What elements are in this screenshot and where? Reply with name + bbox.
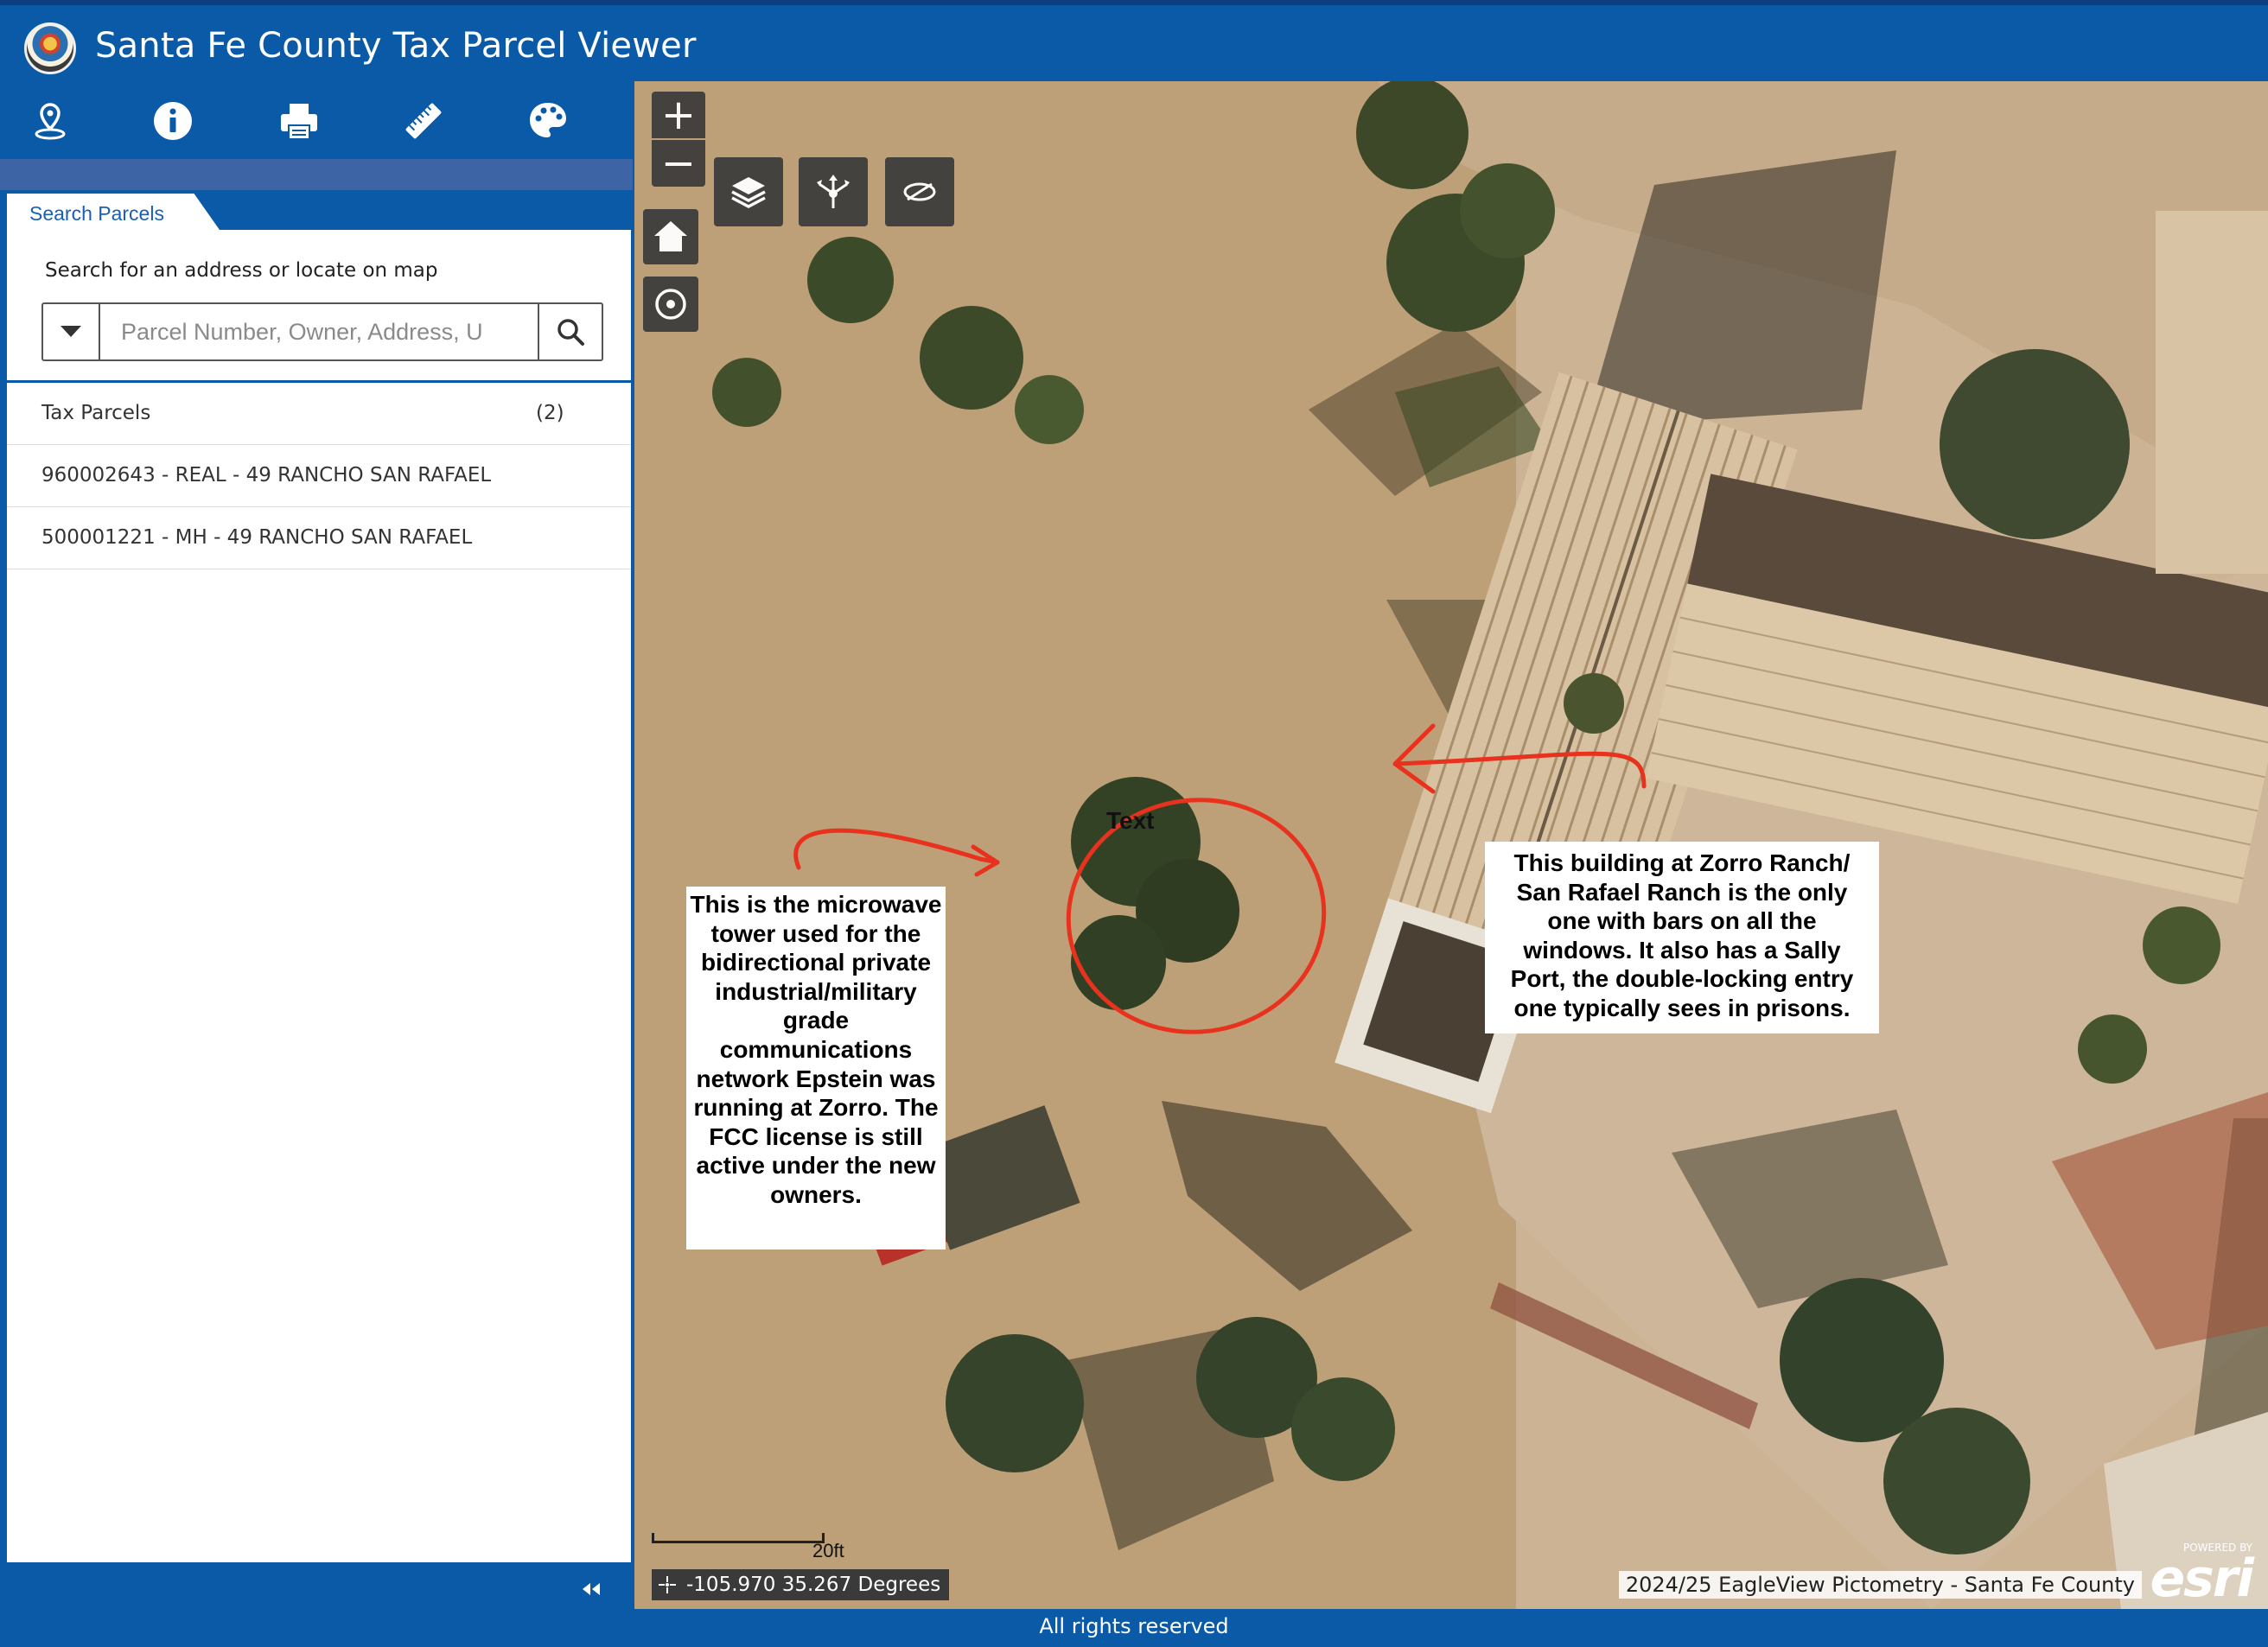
search-box (41, 302, 603, 361)
coordinate-readout[interactable]: -105.970 35.267 Degrees (652, 1569, 950, 1600)
home-icon (654, 221, 687, 251)
location-pin-icon[interactable] (24, 95, 76, 147)
list-item[interactable]: 500001221 - MH - 49 RANCHO SAN RAFAEL (7, 507, 631, 569)
results-group-header[interactable]: Tax Parcels (2) (7, 383, 631, 445)
toolbar (0, 81, 633, 159)
map-attribution: 2024/25 EagleView Pictometry - Santa Fe … (1618, 1571, 2142, 1599)
tab-search-parcels-label: Search Parcels (29, 202, 164, 225)
panel-tabstrip: Search Parcels (7, 190, 631, 230)
list-item-label: 960002643 - REAL - 49 RANCHO SAN RAFAEL (41, 464, 492, 486)
measure-ruler-icon[interactable] (398, 95, 449, 147)
callout-microwave-tower: This is the microwave tower used for the… (686, 887, 946, 1250)
zoom-in-button[interactable]: + (652, 91, 705, 139)
app-frame: Santa Fe County Tax Parcel Viewer Search… (0, 0, 2268, 1647)
info-icon[interactable] (147, 95, 199, 147)
aerial-imagery (634, 81, 2268, 1609)
toolbar-subbar (0, 159, 633, 190)
search-button[interactable] (538, 304, 602, 359)
county-seal-logo (24, 22, 76, 74)
scale-label: 20ft (812, 1540, 844, 1561)
map-text-label: Text (1106, 807, 1155, 834)
callout-building: This building at Zorro Ranch/ San Rafael… (1485, 842, 1879, 1033)
list-item[interactable]: 960002643 - REAL - 49 RANCHO SAN RAFAEL (7, 445, 631, 507)
results-group-label: Tax Parcels (41, 402, 151, 424)
esri-logo: POWERED BY esri (2147, 1542, 2258, 1609)
map-view[interactable]: + − This is the microwave tower used for… (634, 81, 2268, 1609)
home-button[interactable] (643, 209, 698, 264)
list-item-label: 500001221 - MH - 49 RANCHO SAN RAFAEL (41, 526, 473, 549)
layers-button[interactable] (714, 157, 783, 226)
search-hint: Search for an address or locate on map (45, 259, 438, 282)
double-chevron-left-icon (583, 1583, 600, 1595)
tab-search-parcels[interactable]: Search Parcels (7, 194, 220, 230)
zoom-out-button[interactable]: − (652, 139, 705, 188)
print-icon[interactable] (273, 95, 325, 147)
chevron-down-icon (61, 326, 81, 337)
locate-icon (655, 289, 686, 320)
collapse-panel-button[interactable] (574, 1576, 608, 1602)
share-icon (817, 175, 850, 208)
hide-layer-button[interactable] (885, 157, 954, 226)
coordinate-value: -105.970 35.267 Degrees (686, 1574, 941, 1596)
footer-copyright: All rights reserved (1039, 1614, 1229, 1638)
results-count: (2) (536, 402, 564, 424)
search-icon (557, 319, 584, 346)
esri-wordmark: esri (2150, 1548, 2254, 1609)
search-panel: Search Parcels Search for an address or … (7, 190, 631, 1562)
scale-bar (652, 1533, 825, 1543)
search-input[interactable] (100, 304, 538, 359)
locate-button[interactable] (643, 277, 698, 332)
crosshair-icon (659, 1576, 676, 1593)
layers-icon (731, 177, 766, 208)
search-source-dropdown[interactable] (43, 304, 100, 359)
basemap-palette-icon[interactable] (522, 95, 574, 147)
hide-icon (903, 182, 936, 201)
app-header: Santa Fe County Tax Parcel Viewer (0, 0, 2268, 81)
share-button[interactable] (799, 157, 868, 226)
app-title: Santa Fe County Tax Parcel Viewer (95, 26, 697, 66)
